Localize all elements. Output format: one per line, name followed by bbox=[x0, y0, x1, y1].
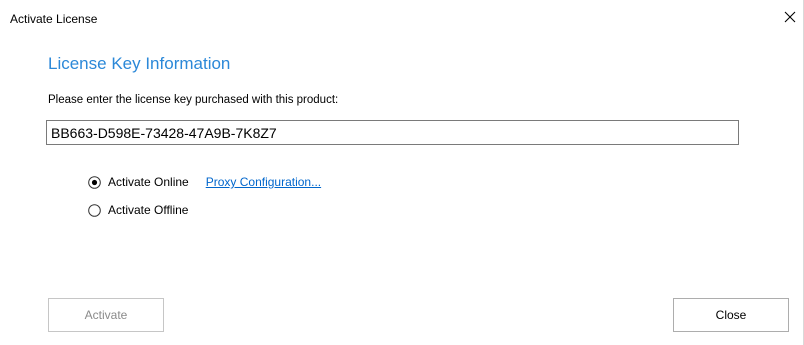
close-button[interactable]: Close bbox=[673, 298, 789, 332]
section-heading: License Key Information bbox=[48, 54, 231, 73]
window-close-button[interactable] bbox=[779, 6, 801, 28]
window-title: Activate License bbox=[10, 12, 98, 26]
activate-offline-option[interactable]: Activate Offline bbox=[88, 203, 188, 217]
license-key-input[interactable] bbox=[46, 120, 739, 145]
activate-button[interactable]: Activate bbox=[48, 298, 164, 332]
radio-selected-icon[interactable] bbox=[88, 175, 101, 189]
title-bar: Activate License bbox=[0, 0, 803, 36]
proxy-configuration-link[interactable]: Proxy Configuration... bbox=[206, 175, 321, 189]
activate-offline-label[interactable]: Activate Offline bbox=[108, 203, 188, 217]
close-icon bbox=[784, 11, 796, 23]
activate-online-label[interactable]: Activate Online bbox=[108, 175, 189, 189]
activate-license-dialog: Activate License License Key Information… bbox=[0, 0, 804, 345]
radio-unselected-icon[interactable] bbox=[88, 203, 101, 217]
activate-online-option[interactable]: Activate Online Proxy Configuration... bbox=[88, 175, 321, 189]
instruction-label: Please enter the license key purchased w… bbox=[48, 94, 339, 106]
